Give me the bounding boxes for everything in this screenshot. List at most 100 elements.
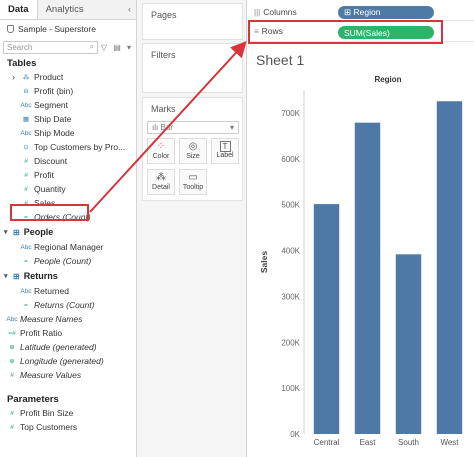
columns-shelf-label: ||| Columns [254,7,297,17]
measure-type-icon: # [24,157,28,165]
y-axis-label: Sales [259,251,269,273]
mark-type-dropdown[interactable]: ılı Bar ▾ [147,121,239,134]
database-icon [7,25,14,33]
field-profit[interactable]: # Profit [0,168,136,182]
people-group-label: People [23,227,54,237]
columns-text: Columns [263,7,297,17]
x-tick-label: South [398,438,419,447]
bar-east [354,122,381,435]
field-label: Top Customers [20,422,78,432]
collapse-caret-icon[interactable]: ▾ [4,272,10,280]
field-segment[interactable]: Abc Segment [0,98,136,112]
measure-type-icon: = [24,301,28,309]
detail-button[interactable]: ⁂ Detail [147,169,175,195]
field-ship-mode[interactable]: Abc Ship Mode [0,126,136,140]
pages-shelf[interactable]: Pages [142,3,243,40]
region-pill[interactable]: ⊞ Region [338,6,434,19]
field-profit-bin[interactable]: ılı Profit (bin) [0,84,136,98]
field-returned[interactable]: Abc Returned [0,284,136,298]
size-label: Size [186,153,200,160]
field-label: Measure Values [20,370,82,380]
field-label: Top Customers by Pro... [34,142,126,152]
field-label: Returned [34,286,69,296]
field-people-count[interactable]: = People (Count) [0,254,136,268]
orders-field-list: › ⁂ Product ılı Profit (bin) Abc Segment ▦ Ship … [0,70,136,224]
y-tick-label: 0K [290,430,300,439]
field-top-customers-by-pro[interactable]: ⊙ Top Customers by Pro... [0,140,136,154]
tab-data[interactable]: Data [0,0,38,19]
tooltip-button[interactable]: ▭ Tooltip [179,169,207,195]
size-button[interactable]: ◎ Size [179,138,207,164]
sales-highlight-box [10,204,89,221]
dimension-type-icon: Abc [20,287,32,295]
collapse-caret-icon[interactable]: ▾ [4,228,10,236]
field-top-customers[interactable]: # Top Customers [0,420,136,434]
field-label: Product [34,72,64,82]
field-label: Profit (bin) [34,86,74,96]
field-profit-bin-size[interactable]: # Profit Bin Size [0,406,136,420]
returns-group[interactable]: ▾ ⊞ Returns [0,268,136,284]
dimension-type-icon: ılı [23,87,29,95]
field-returns-count[interactable]: = Returns (Count) [0,298,136,312]
returns-group-label: Returns [23,271,58,281]
field-label: Quantity [34,184,66,194]
parameter-field-list: # Profit Bin Size # Top Customers [0,406,136,434]
y-tick-label: 300K [281,292,300,301]
detail-icon: ⁂ [156,172,166,183]
dimension-type-icon: Abc [6,315,18,323]
field-regional-manager[interactable]: Abc Regional Manager [0,240,136,254]
bar-chart: Region 0K 100K 200K 300K 400K 500K 600K 700K Sale… [259,75,463,447]
color-icon: ⁘ [156,141,166,152]
field-label: Discount [34,156,68,166]
field-label: People (Count) [34,256,92,266]
datasource-item[interactable]: Sample - Superstore [0,20,136,38]
field-label: Measure Names [20,314,83,324]
x-tick-label: Central [314,438,340,447]
field-quantity[interactable]: # Quantity [0,182,136,196]
search-row: Search ⌕ ▽ ▤ ▾ [0,38,136,56]
field-measure-values[interactable]: # Measure Values [0,368,136,382]
tables-heading: Tables [7,57,37,69]
data-pane: Data Analytics ‹ Sample - Superstore Sea… [0,0,137,457]
chart-header-region: Region [374,75,401,84]
dimension-type-icon: Abc [20,129,32,137]
filter-view-icons[interactable]: ▽ ▤ ▾ [101,43,133,52]
bar-west [436,101,463,434]
field-label: Profit Bin Size [20,408,74,418]
field-measure-names[interactable]: Abc Measure Names [0,312,136,326]
y-tick-label: 400K [281,247,300,256]
dimension-type-icon: Abc [20,101,32,109]
returns-field-list: Abc Returned = Returns (Count) [0,284,136,312]
collapse-pane-icon[interactable]: ‹ [128,0,136,19]
tooltip-icon: ▭ [188,172,198,183]
field-latitude-generated[interactable]: ⊕ Latitude (generated) [0,340,136,354]
people-field-list: Abc Regional Manager = People (Count) [0,240,136,268]
field-profit-ratio[interactable]: =# Profit Ratio [0,326,136,340]
field-label: Profit Ratio [20,328,63,338]
measure-type-icon: ⊕ [9,358,15,365]
tooltip-label: Tooltip [182,184,204,191]
marks-drop-area[interactable] [142,207,243,453]
columns-shelf[interactable]: ||| Columns ⊞ Region [248,3,474,21]
measure-type-icon: # [10,371,14,379]
filters-shelf[interactable]: Filters [142,43,243,93]
field-product[interactable]: › ⁂ Product [0,70,136,84]
mark-type-value: ılı Bar [152,123,173,132]
search-icon: ⌕ [89,42,94,51]
columns-icon: ||| [254,8,261,17]
worksheet: Sheet 1 Region 0K 100K 200K 300K 400K 500K 600K… [248,44,474,457]
people-group[interactable]: ▾ ⊞ People [0,224,136,240]
field-label: Latitude (generated) [20,342,97,352]
y-tick-label: 500K [281,201,300,210]
field-longitude-generated[interactable]: ⊕ Longitude (generated) [0,354,136,368]
field-discount[interactable]: # Discount [0,154,136,168]
chevron-down-icon: ▾ [229,123,234,132]
label-button[interactable]: T Label [211,138,239,164]
field-label: Returns (Count) [34,300,95,310]
tab-analytics[interactable]: Analytics [38,0,92,19]
color-button[interactable]: ⁘ Color [147,138,175,164]
y-tick-label: 100K [281,384,300,393]
expand-caret-icon[interactable]: › [12,72,18,82]
field-ship-date[interactable]: ▦ Ship Date [0,112,136,126]
search-input[interactable]: Search ⌕ [3,40,98,54]
